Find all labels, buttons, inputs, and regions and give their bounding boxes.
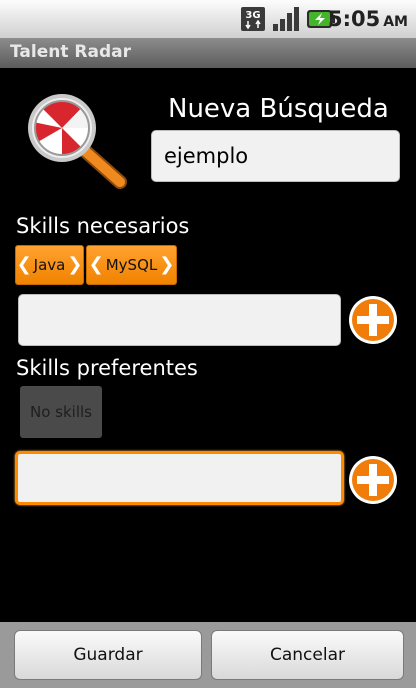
magnifier-logo-icon — [28, 94, 127, 189]
skill-chip-label: MySQL — [105, 256, 158, 274]
required-skill-input[interactable] — [18, 294, 341, 346]
chevron-right-icon: ❯ — [67, 254, 83, 275]
preferred-skill-input[interactable] — [15, 451, 344, 505]
add-preferred-skill-button[interactable] — [348, 455, 398, 505]
title-bar: Talent Radar — [0, 38, 416, 68]
chevron-left-icon: ❮ — [88, 254, 104, 275]
clock: 5:05 AM — [328, 4, 408, 34]
app-screen: 3G 5:05 AM Talent Radar Nueva Búsqueda e… — [0, 0, 416, 688]
preferred-skills-label: Skills preferentes — [16, 356, 198, 380]
skill-chip-label: Java — [33, 256, 66, 274]
cancel-button[interactable]: Cancelar — [211, 630, 404, 680]
skill-chip-required[interactable]: ❮ MySQL ❯ — [86, 245, 177, 285]
network-type-text: 3G — [245, 10, 260, 21]
chevron-right-icon: ❯ — [159, 254, 175, 275]
signal-icon — [273, 7, 299, 31]
save-button[interactable]: Guardar — [14, 630, 202, 680]
bottom-action-bar: Guardar Cancelar — [0, 622, 416, 688]
3g-icon: 3G — [241, 7, 265, 31]
search-name-input[interactable] — [151, 130, 400, 182]
clock-time: 5:05 — [327, 7, 381, 31]
no-skills-placeholder: No skills — [20, 386, 102, 438]
status-bar: 3G 5:05 AM — [0, 0, 416, 39]
chevron-left-icon: ❮ — [16, 254, 32, 275]
page-heading: Nueva Búsqueda — [168, 94, 389, 124]
app-title: Talent Radar — [10, 42, 131, 62]
add-required-skill-button[interactable] — [348, 295, 398, 345]
clock-ampm: AM — [383, 14, 408, 30]
skill-chip-required[interactable]: ❮ Java ❯ — [15, 245, 84, 285]
required-skills-label: Skills necesarios — [16, 214, 190, 238]
